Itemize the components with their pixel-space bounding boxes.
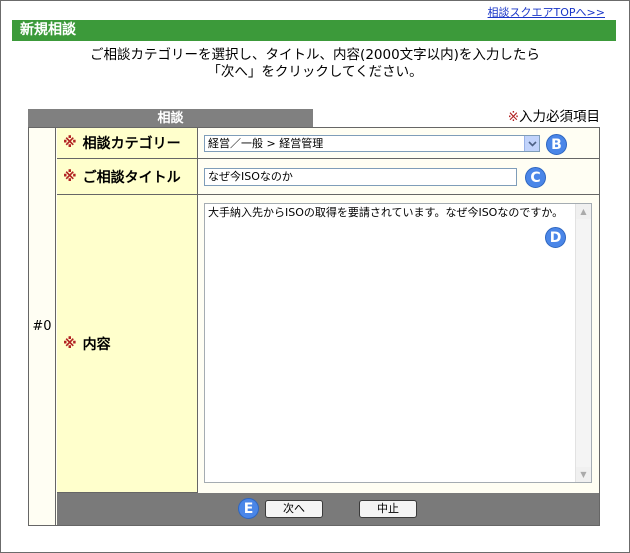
button-bar: E 次へ 中止 xyxy=(57,493,599,525)
required-mark: ※ xyxy=(63,135,77,151)
content-label: 内容 xyxy=(82,336,111,353)
required-fields-note: ※入力必須項目 xyxy=(508,108,600,127)
scroll-up-icon[interactable]: ▲ xyxy=(576,204,591,219)
category-selected-value: 経営／一般 > 経営管理 xyxy=(208,137,324,150)
required-mark: ※ xyxy=(63,168,77,185)
required-mark: ※ xyxy=(507,109,519,125)
instructions: ご相談カテゴリーを選択し、タイトル、内容(2000文字以内)を入力したら 「次へ… xyxy=(0,47,630,81)
title-value-cell: なぜ今ISOなのか C xyxy=(198,159,599,195)
scroll-down-icon[interactable]: ▼ xyxy=(576,467,591,482)
page-title-bar: 新規相談 xyxy=(12,20,616,41)
next-button[interactable]: 次へ xyxy=(265,500,323,518)
category-value-cell: 経営／一般 > 経営管理 B xyxy=(198,128,599,159)
page-title: 新規相談 xyxy=(20,22,76,38)
entry-index: #0 xyxy=(29,128,56,525)
title-label-cell: ※ ご相談タイトル xyxy=(57,159,198,195)
title-input[interactable]: なぜ今ISOなのか xyxy=(204,168,517,186)
instructions-line-1: ご相談カテゴリーを選択し、タイトル、内容(2000文字以内)を入力したら xyxy=(90,47,540,63)
content-label-cell: ※ 内容 xyxy=(57,195,198,493)
annotation-badge-d: D xyxy=(545,227,566,248)
content-scrollbar[interactable]: ▲ ▼ xyxy=(575,204,591,482)
category-select[interactable]: 経営／一般 > 経営管理 xyxy=(204,135,540,152)
tab-consultation: 相談 xyxy=(28,109,313,128)
required-mark: ※ xyxy=(63,335,77,352)
required-note-text: 入力必須項目 xyxy=(519,109,600,125)
category-label-cell: ※ 相談カテゴリー xyxy=(57,128,198,159)
content-value-cell: 大手納入先からISOの取得を要請されています。なぜ今ISOなのですか。 ▲ ▼ … xyxy=(198,195,599,493)
chevron-down-icon[interactable] xyxy=(524,136,539,151)
content-text: 大手納入先からISOの取得を要請されています。なぜ今ISOなのですか。 xyxy=(208,206,564,219)
annotation-badge-e: E xyxy=(238,498,259,519)
title-label: ご相談タイトル xyxy=(82,169,181,186)
cancel-button[interactable]: 中止 xyxy=(359,500,417,518)
consultation-form: #0 ※ 相談カテゴリー 経営／一般 > 経営管理 B ※ ご相談タイトル なぜ… xyxy=(28,127,600,526)
annotation-badge-b: B xyxy=(546,134,567,155)
instructions-line-2: 「次へ」をクリックしてください。 xyxy=(207,64,423,80)
consultation-square-top-link[interactable]: 相談スクエアTOPへ>> xyxy=(488,4,605,20)
category-label: 相談カテゴリー xyxy=(82,136,181,152)
annotation-badge-c: C xyxy=(525,167,546,188)
content-textarea[interactable]: 大手納入先からISOの取得を要請されています。なぜ今ISOなのですか。 ▲ ▼ xyxy=(204,203,592,483)
